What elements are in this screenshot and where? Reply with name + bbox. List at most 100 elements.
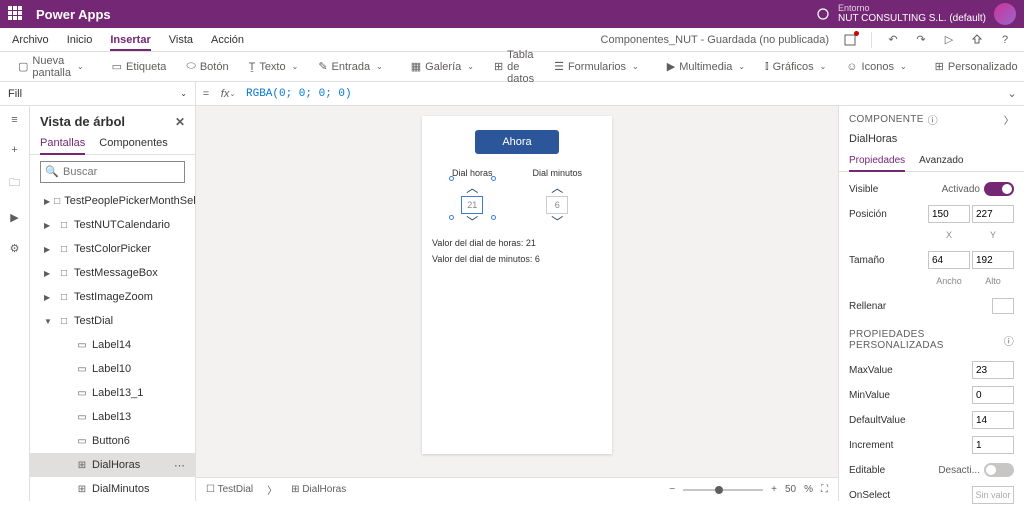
custom-prop-input[interactable] xyxy=(972,436,1014,454)
tree-item[interactable]: ▼□TestDial xyxy=(30,309,195,333)
zoom-in-icon[interactable]: + xyxy=(771,484,777,495)
tree-close-icon[interactable]: ✕ xyxy=(175,115,185,129)
chevron-down-icon[interactable]: ﹀ xyxy=(551,216,563,228)
fill-swatch[interactable] xyxy=(992,298,1014,314)
ribbon-button[interactable]: ⬭ Botón xyxy=(178,60,236,73)
prop-size-label: Tamaño xyxy=(849,255,928,266)
formula-input[interactable]: RGBA(0; 0; 0; 0) xyxy=(240,88,1000,100)
visible-toggle[interactable] xyxy=(984,182,1014,196)
rail-advanced-icon[interactable]: ⚙ xyxy=(10,242,20,255)
menu-archivo[interactable]: Archivo xyxy=(12,34,49,46)
dial-minutos[interactable]: Dial minutos ︿ 6 ﹀ xyxy=(532,168,582,228)
breadcrumb-component[interactable]: ⊞ DialHoras xyxy=(291,484,346,495)
fit-icon[interactable]: ⛶ xyxy=(821,484,828,495)
chevron-up-icon[interactable]: ︿ xyxy=(551,182,563,194)
menu-insertar[interactable]: Insertar xyxy=(110,34,150,51)
ribbon-data-table[interactable]: ⊞ Tabla de datos xyxy=(486,49,542,85)
ribbon-forms[interactable]: ☰ Formularios⌄ xyxy=(546,60,647,73)
zoom-slider[interactable] xyxy=(683,489,763,491)
tree-search-input[interactable] xyxy=(40,161,185,183)
ribbon-icons[interactable]: ☺ Iconos⌄ xyxy=(838,61,914,73)
formula-expand-icon[interactable]: ⌄ xyxy=(1000,87,1024,100)
menu-accion[interactable]: Acción xyxy=(211,34,244,46)
zoom-out-icon[interactable]: − xyxy=(669,484,675,495)
rail-data-icon[interactable]: 🗀 xyxy=(9,174,20,193)
property-dropdown[interactable]: Fill⌄ xyxy=(0,82,196,105)
app-checker-icon[interactable] xyxy=(843,33,857,47)
environment-icon xyxy=(816,7,830,21)
dial-horas[interactable]: Dial horas ︿ 21 ﹀ xyxy=(452,168,493,228)
tree-item[interactable]: ▶□TestMessageBox xyxy=(30,261,195,285)
tree-item[interactable]: ▭Label13 xyxy=(30,405,195,429)
custom-prop-input[interactable] xyxy=(972,361,1014,379)
value-minutos-text: Valor del dial de minutos: 6 xyxy=(432,254,602,264)
component-name: DialHoras xyxy=(839,133,1024,151)
prop-visible-label: Visible xyxy=(849,184,942,195)
breadcrumb-screen[interactable]: ☐ TestDial xyxy=(206,484,253,495)
play-icon[interactable]: ▷ xyxy=(942,33,956,47)
component-section-label: COMPONENTE xyxy=(849,114,924,125)
tree-item[interactable]: ▶□TestColorPicker xyxy=(30,237,195,261)
tree-item[interactable]: ▶□TestNUTCalendario xyxy=(30,213,195,237)
app-title: Power Apps xyxy=(36,7,111,22)
app-screen[interactable]: Ahora Dial horas ︿ 21 ﹀ Dial minutos ︿ 6… xyxy=(422,116,612,454)
environment-picker[interactable]: Entorno NUT CONSULTING S.L. (default) xyxy=(838,4,986,25)
tree-item[interactable]: ▶□TestPeoplePickerMonthSelector xyxy=(30,189,195,213)
tree-item[interactable]: ⊞DialHoras⋯ xyxy=(30,453,195,477)
tree-list: ▶□TestPeoplePickerMonthSelector▶□TestNUT… xyxy=(30,189,195,501)
zoom-value: 50 xyxy=(785,484,796,495)
custom-props-section: PROPIEDADES PERSONALIZADAS xyxy=(849,329,1000,351)
avatar[interactable] xyxy=(994,3,1016,25)
position-y-input[interactable] xyxy=(972,205,1014,223)
ribbon-gallery[interactable]: ▦ Galería⌄ xyxy=(403,60,482,73)
share-icon[interactable] xyxy=(970,33,984,47)
props-tab-properties[interactable]: Propiedades xyxy=(849,151,905,172)
tree-item[interactable]: ▭Button6 xyxy=(30,429,195,453)
chevron-up-icon[interactable]: ︿ xyxy=(466,182,478,194)
menu-vista[interactable]: Vista xyxy=(169,34,193,46)
prop-fill-label: Rellenar xyxy=(849,301,992,312)
ribbon-label[interactable]: ▭ Etiqueta xyxy=(104,60,175,73)
canvas-footer: ☐ TestDial 〉 ⊞ DialHoras − + 50 % ⛶ xyxy=(196,477,838,501)
position-x-input[interactable] xyxy=(928,205,970,223)
editable-toggle[interactable] xyxy=(984,463,1014,477)
panel-expand-icon[interactable]: 〉 xyxy=(1004,112,1014,127)
tree-tab-screens[interactable]: Pantallas xyxy=(40,133,85,155)
search-icon: 🔍 xyxy=(45,165,59,178)
info-icon[interactable]: ⓘ xyxy=(928,112,938,127)
left-rail: ≡ + 🗀 ▶ ⚙ xyxy=(0,106,30,501)
ribbon-custom[interactable]: ⊞ Personalizado⌄ xyxy=(927,60,1024,73)
tree-item[interactable]: ▶□TestImageZoom xyxy=(30,285,195,309)
custom-prop-input[interactable] xyxy=(972,411,1014,429)
rail-media-icon[interactable]: ▶ xyxy=(10,211,18,224)
ribbon-new-screen[interactable]: ▢ Nueva pantalla⌄ xyxy=(10,55,92,79)
info-icon[interactable]: ⓘ xyxy=(1004,333,1014,348)
ahora-button[interactable]: Ahora xyxy=(475,130,559,154)
tree-item[interactable]: ▭Label13_1 xyxy=(30,381,195,405)
ribbon-input[interactable]: ✎ Entrada⌄ xyxy=(310,60,390,73)
ribbon-media[interactable]: ▶ Multimedia⌄ xyxy=(659,60,753,73)
prop-position-label: Posición xyxy=(849,209,928,220)
waffle-icon[interactable] xyxy=(8,6,24,22)
props-tab-advanced[interactable]: Avanzado xyxy=(919,151,963,171)
size-w-input[interactable] xyxy=(928,251,970,269)
chevron-down-icon[interactable]: ﹀ xyxy=(466,216,478,228)
global-header: Power Apps Entorno NUT CONSULTING S.L. (… xyxy=(0,0,1024,28)
tree-tab-components[interactable]: Componentes xyxy=(99,133,168,154)
custom-prop-input[interactable] xyxy=(972,386,1014,404)
menu-inicio[interactable]: Inicio xyxy=(67,34,93,46)
ribbon-text[interactable]: Ṯ Texto⌄ xyxy=(241,61,307,73)
onselect-value[interactable]: Sin valor xyxy=(972,486,1014,504)
rail-insert-icon[interactable]: + xyxy=(11,144,17,156)
ribbon-charts[interactable]: ⫾ Gráficos⌄ xyxy=(757,60,834,73)
tree-item[interactable]: ▭Label10 xyxy=(30,357,195,381)
redo-icon[interactable]: ↷ xyxy=(914,33,928,47)
size-h-input[interactable] xyxy=(972,251,1014,269)
undo-icon[interactable]: ↶ xyxy=(886,33,900,47)
tree-item[interactable]: ▭Label14 xyxy=(30,333,195,357)
help-icon[interactable]: ? xyxy=(998,33,1012,47)
tree-item[interactable]: ⊞DialMinutos xyxy=(30,477,195,501)
rail-tree-icon[interactable]: ≡ xyxy=(11,114,17,126)
fx-icon[interactable]: fx⌄ xyxy=(216,88,240,100)
formula-bar: Fill⌄ = fx⌄ RGBA(0; 0; 0; 0) ⌄ xyxy=(0,82,1024,106)
